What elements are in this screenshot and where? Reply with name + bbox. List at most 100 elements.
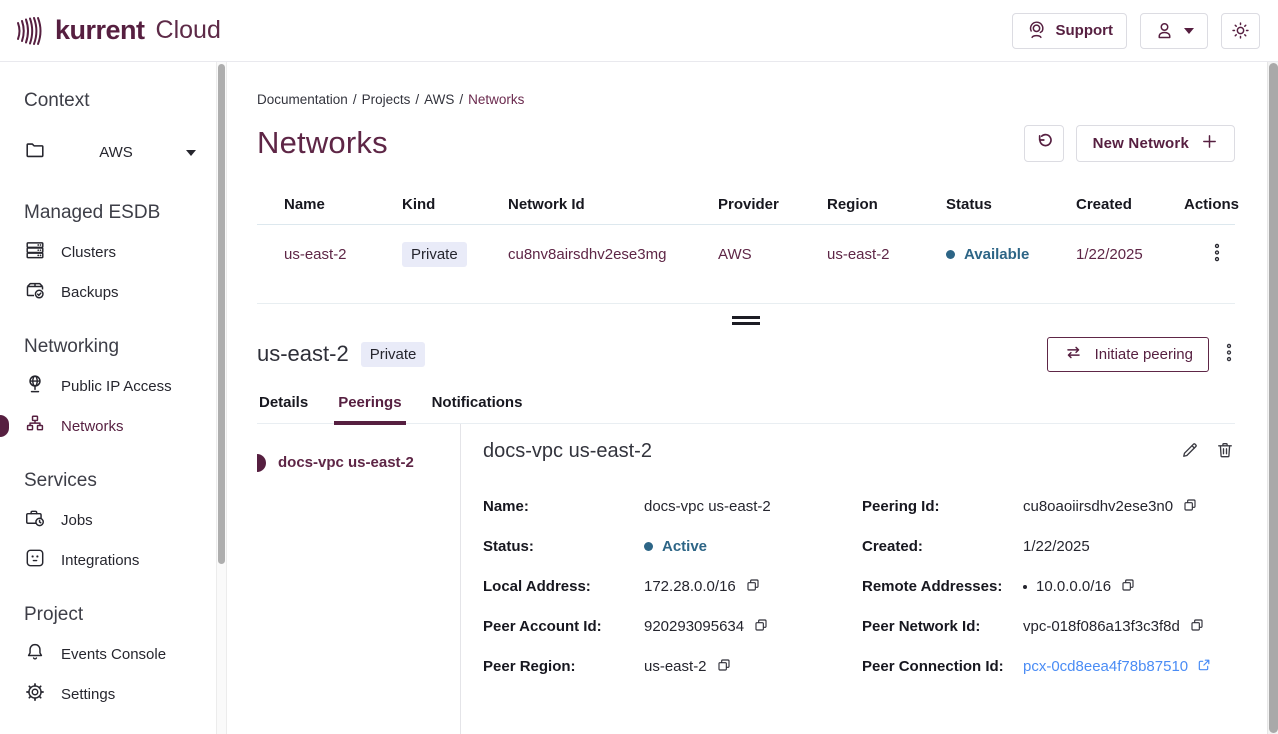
kebab-icon xyxy=(1213,242,1221,266)
sidebar-item-integrations[interactable]: Integrations xyxy=(24,540,216,580)
kurrent-waves-icon xyxy=(16,14,46,48)
peering-detail-title: docs-vpc us-east-2 xyxy=(483,440,652,463)
breadcrumb-networks[interactable]: Networks xyxy=(468,92,524,107)
breadcrumb-separator: / xyxy=(459,92,463,107)
sidebar-item-label: Public IP Access xyxy=(61,378,172,395)
sidebar-scrollbar-thumb[interactable] xyxy=(218,64,225,564)
kurrent-cloud-logo[interactable]: kurrent Cloud xyxy=(16,14,221,48)
detail-kind-badge: Private xyxy=(361,342,426,367)
tab-details[interactable]: Details xyxy=(257,394,310,423)
refresh-button[interactable] xyxy=(1024,125,1064,162)
sidebar-item-settings[interactable]: Settings xyxy=(24,674,216,714)
bell-icon xyxy=(24,641,46,667)
field-row-peer-account-id: Peer Account Id: 920293095634 xyxy=(483,607,856,647)
breadcrumb: Documentation/Projects/AWS/Networks xyxy=(257,92,1235,107)
field-row-name: Name: docs-vpc us-east-2 xyxy=(483,487,856,527)
sidebar-heading-context: Context xyxy=(24,88,216,114)
exchange-arrows-icon xyxy=(1063,343,1084,366)
delete-peering-button[interactable] xyxy=(1215,440,1235,463)
copy-icon xyxy=(1189,617,1205,636)
peer-connection-link[interactable]: pcx-0cd8eea4f78b87510 xyxy=(1023,657,1212,677)
copy-icon xyxy=(1182,497,1198,516)
field-label: Created: xyxy=(862,538,1023,555)
copy-button[interactable] xyxy=(1182,497,1198,516)
context-selected-value: AWS xyxy=(46,144,186,161)
row-network-id: cu8nv8airsdhv2ese3mg xyxy=(508,246,718,263)
row-provider: AWS xyxy=(718,246,827,263)
field-value: 172.28.0.0/16 xyxy=(644,578,736,595)
copy-button[interactable] xyxy=(1120,577,1136,596)
sidebar-item-public-ip-access[interactable]: Public IP Access xyxy=(24,366,216,406)
field-value: docs-vpc us-east-2 xyxy=(644,498,771,515)
trash-icon xyxy=(1215,440,1235,463)
copy-button[interactable] xyxy=(1189,617,1205,636)
theme-toggle-button[interactable] xyxy=(1221,13,1260,49)
field-value: 1/22/2025 xyxy=(1023,538,1090,555)
table-row[interactable]: us-east-2 Private cu8nv8airsdhv2ese3mg A… xyxy=(257,225,1235,283)
detail-title: us-east-2 xyxy=(257,341,349,367)
sidebar-item-events-console[interactable]: Events Console xyxy=(24,634,216,674)
field-label: Peering Id: xyxy=(862,498,1023,515)
tab-peerings[interactable]: Peerings xyxy=(336,394,403,423)
support-headset-icon xyxy=(1026,20,1047,41)
tab-notifications[interactable]: Notifications xyxy=(430,394,525,423)
copy-button[interactable] xyxy=(745,577,761,596)
field-row-created: Created: 1/22/2025 xyxy=(862,527,1235,567)
copy-button[interactable] xyxy=(753,617,769,636)
copy-button[interactable] xyxy=(716,657,732,676)
field-label: Peer Account Id: xyxy=(483,618,644,635)
initiate-peering-button[interactable]: Initiate peering xyxy=(1047,337,1209,372)
sidebar-item-jobs[interactable]: Jobs xyxy=(24,500,216,540)
sidebar-item-clusters[interactable]: Clusters xyxy=(24,232,216,272)
user-menu-button[interactable] xyxy=(1140,13,1208,49)
edit-peering-button[interactable] xyxy=(1180,440,1200,463)
sidebar-scrollbar xyxy=(216,62,227,734)
breadcrumb-separator: / xyxy=(353,92,357,107)
sidebar-heading-services: Services xyxy=(24,468,216,494)
field-label: Remote Addresses: xyxy=(862,578,1023,595)
col-header-region: Region xyxy=(827,196,946,213)
external-link-icon xyxy=(1196,657,1212,677)
sidebar-item-label: Events Console xyxy=(61,646,166,663)
brand-name: kurrent xyxy=(55,15,145,46)
globe-icon xyxy=(24,373,46,399)
breadcrumb-documentation[interactable]: Documentation xyxy=(257,92,348,107)
field-label: Status: xyxy=(483,538,644,555)
networks-icon xyxy=(24,413,46,439)
support-button[interactable]: Support xyxy=(1012,13,1128,49)
context-selector[interactable]: AWS xyxy=(24,132,196,172)
sidebar: Context AWS Managed ESDB C xyxy=(0,62,216,734)
detail-actions-menu-button[interactable] xyxy=(1223,340,1235,368)
col-header-created: Created xyxy=(1076,196,1184,213)
field-label: Peer Connection Id: xyxy=(862,658,1023,675)
field-row-status: Status: Active xyxy=(483,527,856,567)
peering-list-item[interactable]: docs-vpc us-east-2 xyxy=(257,454,460,472)
pencil-icon xyxy=(1180,440,1200,463)
topbar-actions: Support xyxy=(1012,13,1261,49)
row-region: us-east-2 xyxy=(827,246,946,263)
active-item-marker xyxy=(0,415,9,437)
row-actions-menu-button[interactable] xyxy=(1211,240,1223,268)
field-row-peer-region: Peer Region: us-east-2 xyxy=(483,647,856,687)
sidebar-item-label: Settings xyxy=(61,686,115,703)
splitter-drag-handle[interactable] xyxy=(732,316,760,325)
col-header-network-id: Network Id xyxy=(508,196,718,213)
kind-badge: Private xyxy=(402,242,467,267)
breadcrumb-projects[interactable]: Projects xyxy=(362,92,411,107)
page-title: Networks xyxy=(257,125,388,161)
kebab-icon xyxy=(1225,342,1233,366)
page-scrollbar-thumb[interactable] xyxy=(1269,63,1278,733)
sidebar-item-backups[interactable]: Backups xyxy=(24,272,216,312)
folder-icon xyxy=(24,139,46,166)
sidebar-item-networks[interactable]: Networks xyxy=(24,406,216,446)
row-name: us-east-2 xyxy=(284,246,402,263)
field-value: vpc-018f086a13f3c3f8d xyxy=(1023,618,1180,635)
sidebar-item-label: Networks xyxy=(61,418,124,435)
field-value: us-east-2 xyxy=(644,658,707,675)
new-network-button[interactable]: New Network xyxy=(1076,125,1235,162)
outlet-icon xyxy=(24,547,46,573)
field-label: Peer Network Id: xyxy=(862,618,1023,635)
breadcrumb-aws[interactable]: AWS xyxy=(424,92,454,107)
field-value: Active xyxy=(662,538,707,555)
status-dot xyxy=(644,542,653,551)
